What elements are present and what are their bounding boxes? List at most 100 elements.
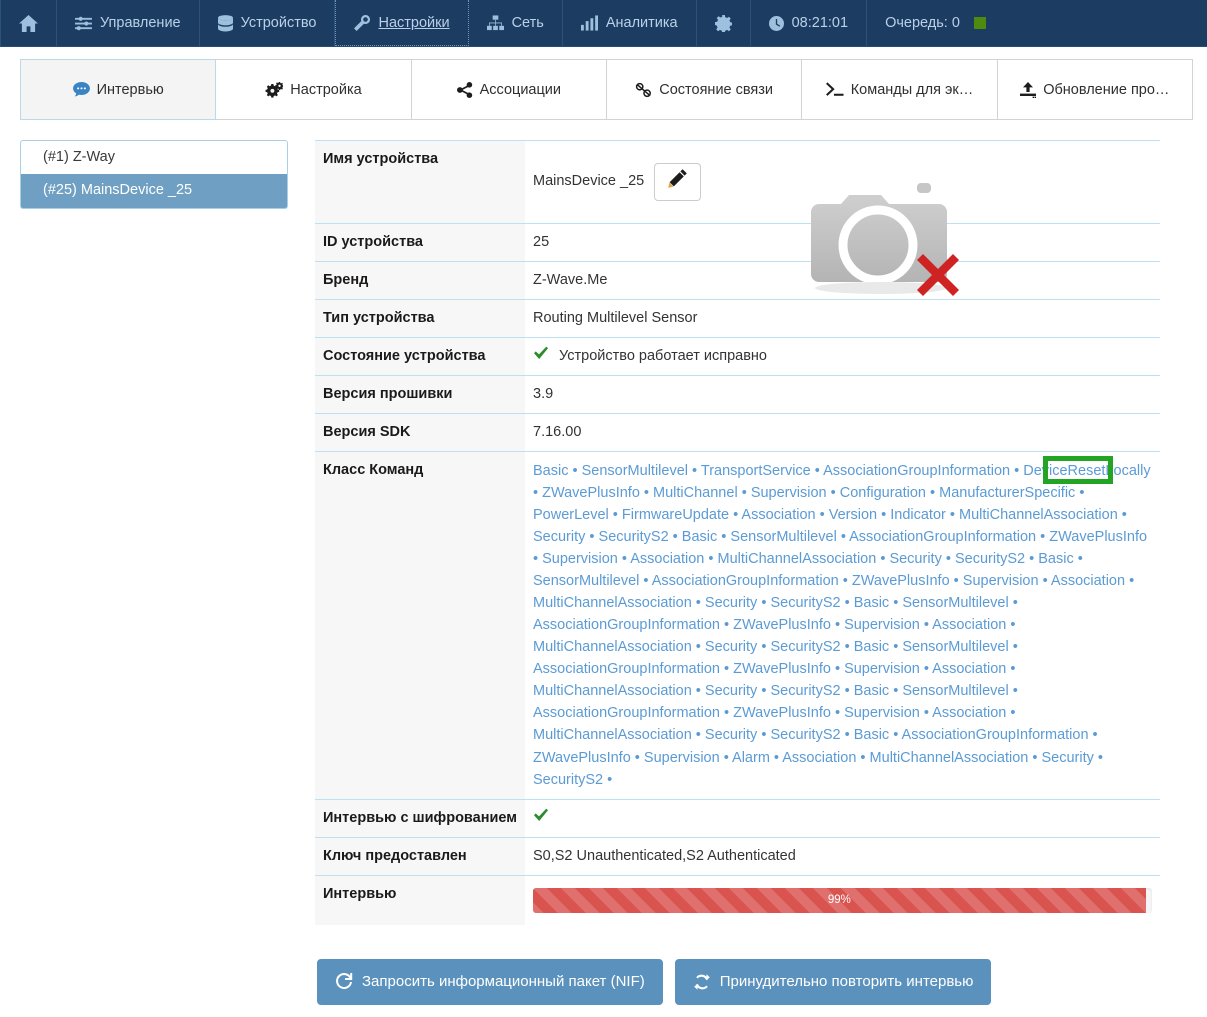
nav-network[interactable]: Сеть (469, 0, 563, 46)
command-class-link[interactable]: MultiChannelAssociation (870, 750, 1029, 766)
command-class-link[interactable]: MultiChannelAssociation (533, 727, 692, 743)
command-class-link[interactable]: DeviceResetLocally (1023, 463, 1150, 479)
command-class-link[interactable]: Security (889, 551, 941, 567)
command-class-link[interactable]: ManufacturerSpecific (939, 485, 1075, 501)
command-class-link[interactable]: AssociationGroupInformation (849, 529, 1036, 545)
command-class-link[interactable]: SecurityS2 (770, 727, 840, 743)
tab-configuration[interactable]: Настройка (216, 59, 412, 120)
interview-progress-text: 99% (827, 893, 851, 906)
device-list-item-1[interactable]: (#1) Z-Way (21, 141, 287, 174)
command-class-link[interactable]: ZWavePlusInfo (733, 705, 831, 721)
tab-expert-commands[interactable]: Команды для эк… (802, 59, 998, 120)
command-class-link[interactable]: MultiChannelAssociation (959, 507, 1118, 523)
command-class-link[interactable]: Basic (854, 595, 889, 611)
command-class-link[interactable]: SensorMultilevel (730, 529, 836, 545)
command-class-link[interactable]: SensorMultilevel (902, 683, 1008, 699)
command-class-link[interactable]: Basic (533, 463, 568, 479)
command-class-link[interactable]: Basic (854, 639, 889, 655)
command-class-link[interactable]: Security (705, 639, 757, 655)
command-class-link[interactable]: AssociationGroupInformation (533, 617, 720, 633)
edit-device-name-button[interactable] (654, 163, 702, 201)
device-id-label: ID устройства (315, 222, 525, 262)
command-class-separator: • (691, 683, 705, 700)
command-class-link[interactable]: PowerLevel (533, 507, 609, 523)
command-class-link[interactable]: Association (932, 661, 1006, 677)
command-class-link[interactable]: Association (1051, 573, 1125, 589)
command-class-link[interactable]: Configuration (840, 485, 926, 501)
command-class-link[interactable]: Security (705, 595, 757, 611)
command-class-separator: • (757, 639, 771, 656)
command-class-link[interactable]: Security (533, 529, 585, 545)
tab-associations[interactable]: Ассоциации (411, 59, 607, 120)
command-class-link[interactable]: MultiChannel (653, 485, 738, 501)
command-class-link[interactable]: Basic (682, 529, 717, 545)
command-class-link[interactable]: MultiChannelAssociation (718, 551, 877, 567)
command-class-link[interactable]: Version (829, 507, 877, 523)
command-class-link[interactable]: Supervision (644, 750, 720, 766)
command-class-link[interactable]: Supervision (542, 551, 618, 567)
nav-device[interactable]: Устройство (200, 0, 336, 46)
command-class-link[interactable]: Association (741, 507, 815, 523)
device-list-item-25[interactable]: (#25) MainsDevice _25 (21, 174, 287, 208)
nav-clock[interactable]: 08:21:01 (751, 0, 868, 46)
nav-gear[interactable] (697, 0, 751, 46)
command-class-link[interactable]: SecurityS2 (599, 529, 669, 545)
command-class-link[interactable]: MultiChannelAssociation (533, 639, 692, 655)
command-class-link[interactable]: SecurityS2 (955, 551, 1025, 567)
command-class-link[interactable]: Indicator (890, 507, 946, 523)
command-class-link[interactable]: Supervision (751, 485, 827, 501)
nav-settings[interactable]: Настройки (335, 0, 469, 46)
command-class-link[interactable]: ZWavePlusInfo (733, 617, 831, 633)
command-class-link[interactable]: ZWavePlusInfo (533, 750, 631, 766)
request-nif-button[interactable]: Запросить информационный пакет (NIF) (317, 958, 663, 1005)
nav-management[interactable]: Управление (57, 0, 200, 46)
command-class-link[interactable]: Security (1041, 750, 1093, 766)
command-class-link[interactable]: Basic (1038, 551, 1073, 567)
command-class-link[interactable]: SecurityS2 (770, 639, 840, 655)
nav-home[interactable] (0, 0, 57, 46)
command-class-link[interactable]: SecurityS2 (770, 683, 840, 699)
tab-link-status[interactable]: Состояние связи (606, 59, 803, 120)
force-interview-button[interactable]: Принудительно повторить интервью (674, 958, 992, 1005)
command-class-link[interactable]: ZWavePlusInfo (852, 573, 950, 589)
command-class-link[interactable]: SensorMultilevel (533, 573, 639, 589)
wrench-icon (354, 14, 371, 31)
command-class-link[interactable]: Alarm (732, 750, 770, 766)
command-class-link[interactable]: Association (932, 705, 1006, 721)
command-class-link[interactable]: AssociationGroupInformation (823, 463, 1010, 479)
command-class-link[interactable]: SensorMultilevel (902, 639, 1008, 655)
nav-device-label: Устройство (240, 15, 317, 31)
command-class-link[interactable]: Association (932, 617, 1006, 633)
command-class-link[interactable]: SensorMultilevel (902, 595, 1008, 611)
tab-interview[interactable]: Интервью (20, 59, 217, 120)
command-class-link[interactable]: SecurityS2 (533, 772, 603, 788)
nav-analytics[interactable]: Аналитика (563, 0, 697, 46)
command-class-link[interactable]: MultiChannelAssociation (533, 595, 692, 611)
command-class-link[interactable]: AssociationGroupInformation (902, 727, 1089, 743)
command-class-link[interactable]: MultiChannelAssociation (533, 683, 692, 699)
command-class-link[interactable]: AssociationGroupInformation (533, 705, 720, 721)
command-class-link[interactable]: SensorMultilevel (582, 463, 688, 479)
command-class-link[interactable]: FirmwareUpdate (622, 507, 729, 523)
command-class-separator: • (639, 573, 652, 590)
command-class-link[interactable]: AssociationGroupInformation (652, 573, 839, 589)
command-class-link[interactable]: Supervision (844, 661, 920, 677)
command-class-link[interactable]: Security (705, 727, 757, 743)
command-class-link[interactable]: AssociationGroupInformation (533, 661, 720, 677)
command-class-link[interactable]: Basic (854, 727, 889, 743)
command-class-link[interactable]: SecurityS2 (770, 595, 840, 611)
command-class-link[interactable]: Supervision (844, 705, 920, 721)
command-class-link[interactable]: ZWavePlusInfo (733, 661, 831, 677)
command-class-link[interactable]: Supervision (844, 617, 920, 633)
command-class-link[interactable]: ZWavePlusInfo (1049, 529, 1147, 545)
command-class-link[interactable]: Association (782, 750, 856, 766)
command-class-link[interactable]: Association (630, 551, 704, 567)
command-class-link[interactable]: Security (705, 683, 757, 699)
tab-firmware-update[interactable]: Обновление про… (997, 59, 1193, 120)
command-class-link[interactable]: TransportService (701, 463, 811, 479)
command-class-link[interactable]: ZWavePlusInfo (542, 485, 640, 501)
command-class-separator: • (838, 573, 852, 590)
check-icon (533, 346, 549, 367)
command-class-link[interactable]: Supervision (963, 573, 1039, 589)
command-class-link[interactable]: Basic (854, 683, 889, 699)
